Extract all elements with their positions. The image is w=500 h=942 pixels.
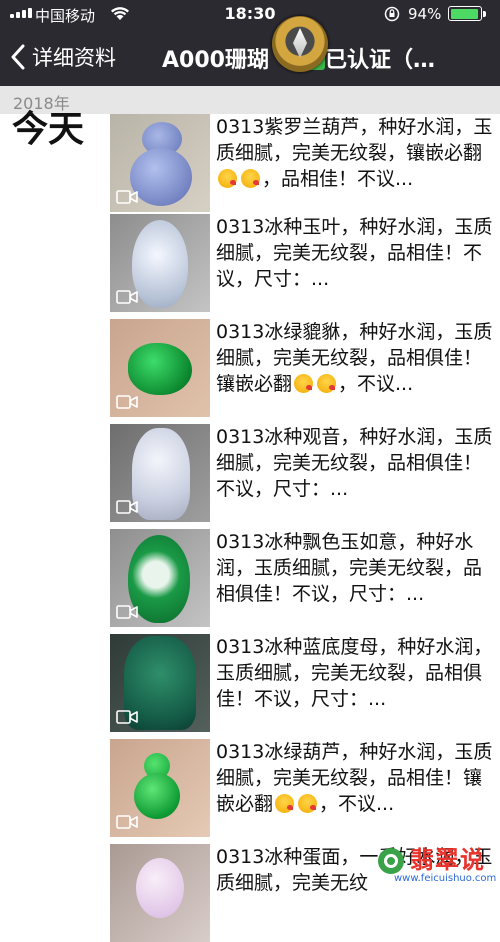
jade-gem-image xyxy=(132,428,190,520)
post-thumbnail[interactable] xyxy=(110,214,210,312)
moment-post[interactable]: 0313冰种蓝底度母，种好水润，玉质细腻，完美无纹裂，品相俱佳！不议，尺寸：..… xyxy=(110,634,500,732)
post-text-main: 0313冰种观音，种好水润，玉质细腻，完美无纹裂，品相俱佳！不议，尺寸：... xyxy=(216,426,493,500)
jade-gem-image xyxy=(134,773,180,819)
post-text-main: 0313冰种蓝底度母，种好水润，玉质细腻，完美无纹裂，品相俱佳！不议，尺寸：..… xyxy=(216,636,493,710)
post-text: 0313紫罗兰葫芦，种好水润，玉质细腻，完美无纹裂，镶嵌必翻 ，品相佳！不议... xyxy=(216,114,498,194)
moment-post[interactable]: 0313冰种观音，种好水润，玉质细腻，完美无纹裂，品相俱佳！不议，尺寸：... xyxy=(110,424,500,522)
post-text-main: 0313冰种飘色玉如意，种好水润，玉质细腻，完美无纹裂，品相俱佳！不议，尺寸：.… xyxy=(216,531,483,605)
blowing-kiss-emoji-icon xyxy=(317,374,337,393)
blowing-kiss-emoji-icon xyxy=(294,374,314,393)
moment-post[interactable]: 0313冰种飘色玉如意，种好水润，玉质细腻，完美无纹裂，品相俱佳！不议，尺寸：.… xyxy=(110,529,500,627)
blowing-kiss-emoji-icon xyxy=(241,169,260,188)
post-text-tail: ，不议... xyxy=(338,373,414,395)
jade-gem-image xyxy=(136,858,184,918)
post-thumbnail[interactable] xyxy=(110,114,210,212)
watermark-text: 翡翠说 xyxy=(410,846,485,874)
video-camera-icon xyxy=(116,500,138,514)
post-thumbnail[interactable] xyxy=(110,739,210,837)
watermark-url: www.feicuishuo.com xyxy=(394,873,497,884)
video-camera-icon xyxy=(116,395,138,409)
post-text-main: 0313冰种玉叶，种好水润，玉质细腻，完美无纹裂，品相佳！不议，尺寸：... xyxy=(216,216,493,290)
moment-post[interactable]: 0313冰种玉叶，种好水润，玉质细腻，完美无纹裂，品相佳！不议，尺寸：... xyxy=(110,214,500,312)
post-text-tail: ，不议... xyxy=(319,793,395,815)
video-camera-icon xyxy=(116,710,138,724)
video-camera-icon xyxy=(116,605,138,619)
watermark: 翡翠说 www.feicuishuo.com xyxy=(372,840,500,889)
post-text-tail: ，品相佳！不议... xyxy=(262,168,414,190)
video-camera-icon xyxy=(116,190,138,204)
jade-gem-image xyxy=(130,148,192,206)
post-thumbnail[interactable] xyxy=(110,844,210,942)
post-thumbnail[interactable] xyxy=(110,529,210,627)
post-text-main: 0313紫罗兰葫芦，种好水润，玉质细腻，完美无纹裂，镶嵌必翻 xyxy=(216,116,493,164)
jade-gem-image xyxy=(128,343,192,395)
jade-gem-image xyxy=(132,220,188,308)
date-label-today: 今天 xyxy=(12,109,85,150)
post-text-main: 0313冰种蛋面，一手 xyxy=(216,846,398,868)
post-text: 0313冰绿貔貅，种好水润，玉质细腻，完美无纹裂，品相俱佳！镶嵌必翻 ，不议... xyxy=(216,319,498,399)
post-thumbnail[interactable] xyxy=(110,319,210,417)
blowing-kiss-emoji-icon xyxy=(275,794,295,813)
post-text: 0313冰绿葫芦，种好水润，玉质细腻，完美无纹裂，品相佳！镶嵌必翻 ，不议... xyxy=(216,739,498,819)
post-text: 0313冰种蓝底度母，种好水润，玉质细腻，完美无纹裂，品相俱佳！不议，尺寸：..… xyxy=(216,634,498,714)
post-text: 0313冰种玉叶，种好水润，玉质细腻，完美无纹裂，品相佳！不议，尺寸：... xyxy=(216,214,498,294)
video-camera-icon xyxy=(116,290,138,304)
post-text: 0313冰种观音，种好水润，玉质细腻，完美无纹裂，品相俱佳！不议，尺寸：... xyxy=(216,424,498,504)
video-camera-icon xyxy=(116,815,138,829)
blowing-kiss-emoji-icon xyxy=(218,169,237,188)
post-text: 0313冰种飘色玉如意，种好水润，玉质细腻，完美无纹裂，品相俱佳！不议，尺寸：.… xyxy=(216,529,498,609)
moment-post[interactable]: 0313紫罗兰葫芦，种好水润，玉质细腻，完美无纹裂，镶嵌必翻 ，品相佳！不议... xyxy=(110,114,500,212)
post-thumbnail[interactable] xyxy=(110,634,210,732)
moment-post[interactable]: 0313冰绿貔貅，种好水润，玉质细腻，完美无纹裂，品相俱佳！镶嵌必翻 ，不议... xyxy=(110,319,500,417)
post-thumbnail[interactable] xyxy=(110,424,210,522)
blowing-kiss-emoji-icon xyxy=(298,794,318,813)
moment-post[interactable]: 0313冰绿葫芦，种好水润，玉质细腻，完美无纹裂，品相佳！镶嵌必翻 ，不议... xyxy=(110,739,500,837)
watermark-logo-icon xyxy=(378,848,404,874)
